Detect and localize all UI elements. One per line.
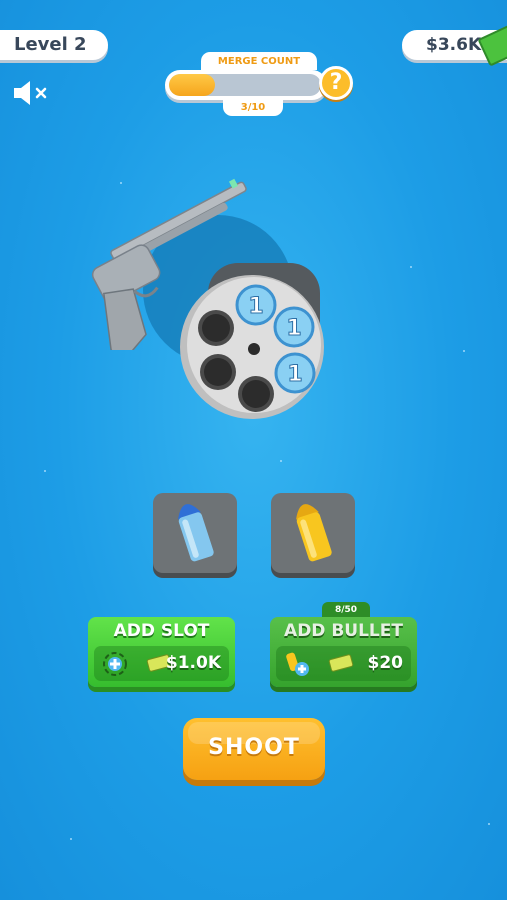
inventory-slot[interactable] bbox=[271, 493, 355, 573]
chamber-empty bbox=[238, 376, 274, 412]
level-label: Level 2 bbox=[14, 34, 87, 55]
merge-fill bbox=[169, 74, 215, 96]
chamber-loaded: 1 bbox=[274, 352, 316, 394]
mute-button[interactable] bbox=[12, 78, 52, 108]
speaker-muted-icon bbox=[14, 81, 47, 105]
add-slot-label: ADD SLOT bbox=[113, 621, 210, 641]
help-button[interactable]: ? bbox=[319, 66, 353, 100]
sparkle bbox=[280, 460, 282, 462]
target-plus-icon bbox=[103, 652, 127, 676]
shoot-label: SHOOT bbox=[208, 735, 300, 760]
svg-text:1: 1 bbox=[287, 362, 302, 387]
merge-title: MERGE COUNT bbox=[201, 52, 317, 70]
level-indicator: Level 2 bbox=[0, 30, 108, 60]
sparkle bbox=[410, 266, 412, 268]
chamber-empty bbox=[198, 310, 234, 346]
chamber-loaded: 1 bbox=[235, 284, 277, 326]
add-bullet-button[interactable]: ADD BULLET $20 bbox=[270, 617, 417, 687]
merge-count: 3/10 bbox=[223, 100, 283, 116]
sparkle bbox=[70, 838, 72, 840]
add-bullet-price-row: $20 bbox=[276, 646, 411, 681]
svg-text:1: 1 bbox=[286, 316, 301, 341]
sparkle bbox=[463, 350, 465, 352]
add-slot-price-row: $1.0K bbox=[94, 646, 229, 681]
revolver-cylinder: 1 1 1 bbox=[180, 263, 324, 419]
gold-bullet-icon[interactable] bbox=[271, 493, 355, 573]
chamber-empty bbox=[200, 354, 236, 390]
add-slot-price: $1.0K bbox=[165, 653, 221, 673]
money-amount: $3.6K bbox=[426, 35, 482, 55]
shoot-button[interactable]: SHOOT bbox=[183, 718, 325, 780]
cash-icon bbox=[328, 654, 354, 672]
merge-track bbox=[169, 74, 321, 96]
sparkle bbox=[488, 823, 490, 825]
merge-bar bbox=[165, 70, 327, 100]
bullet-plus-icon bbox=[286, 652, 309, 676]
blue-bullet-icon[interactable] bbox=[153, 493, 237, 573]
merge-progress: MERGE COUNT 3/10 ? bbox=[165, 52, 355, 116]
add-bullet-price: $20 bbox=[367, 653, 404, 673]
chamber-loaded: 1 bbox=[273, 306, 315, 348]
svg-text:1: 1 bbox=[248, 294, 263, 319]
bullet-counter: 8/50 bbox=[322, 602, 370, 617]
add-slot-button[interactable]: ADD SLOT $1.0K bbox=[88, 617, 235, 687]
inventory-slot[interactable] bbox=[153, 493, 237, 573]
sparkle bbox=[44, 470, 46, 472]
add-bullet-label: ADD BULLET bbox=[284, 621, 403, 641]
